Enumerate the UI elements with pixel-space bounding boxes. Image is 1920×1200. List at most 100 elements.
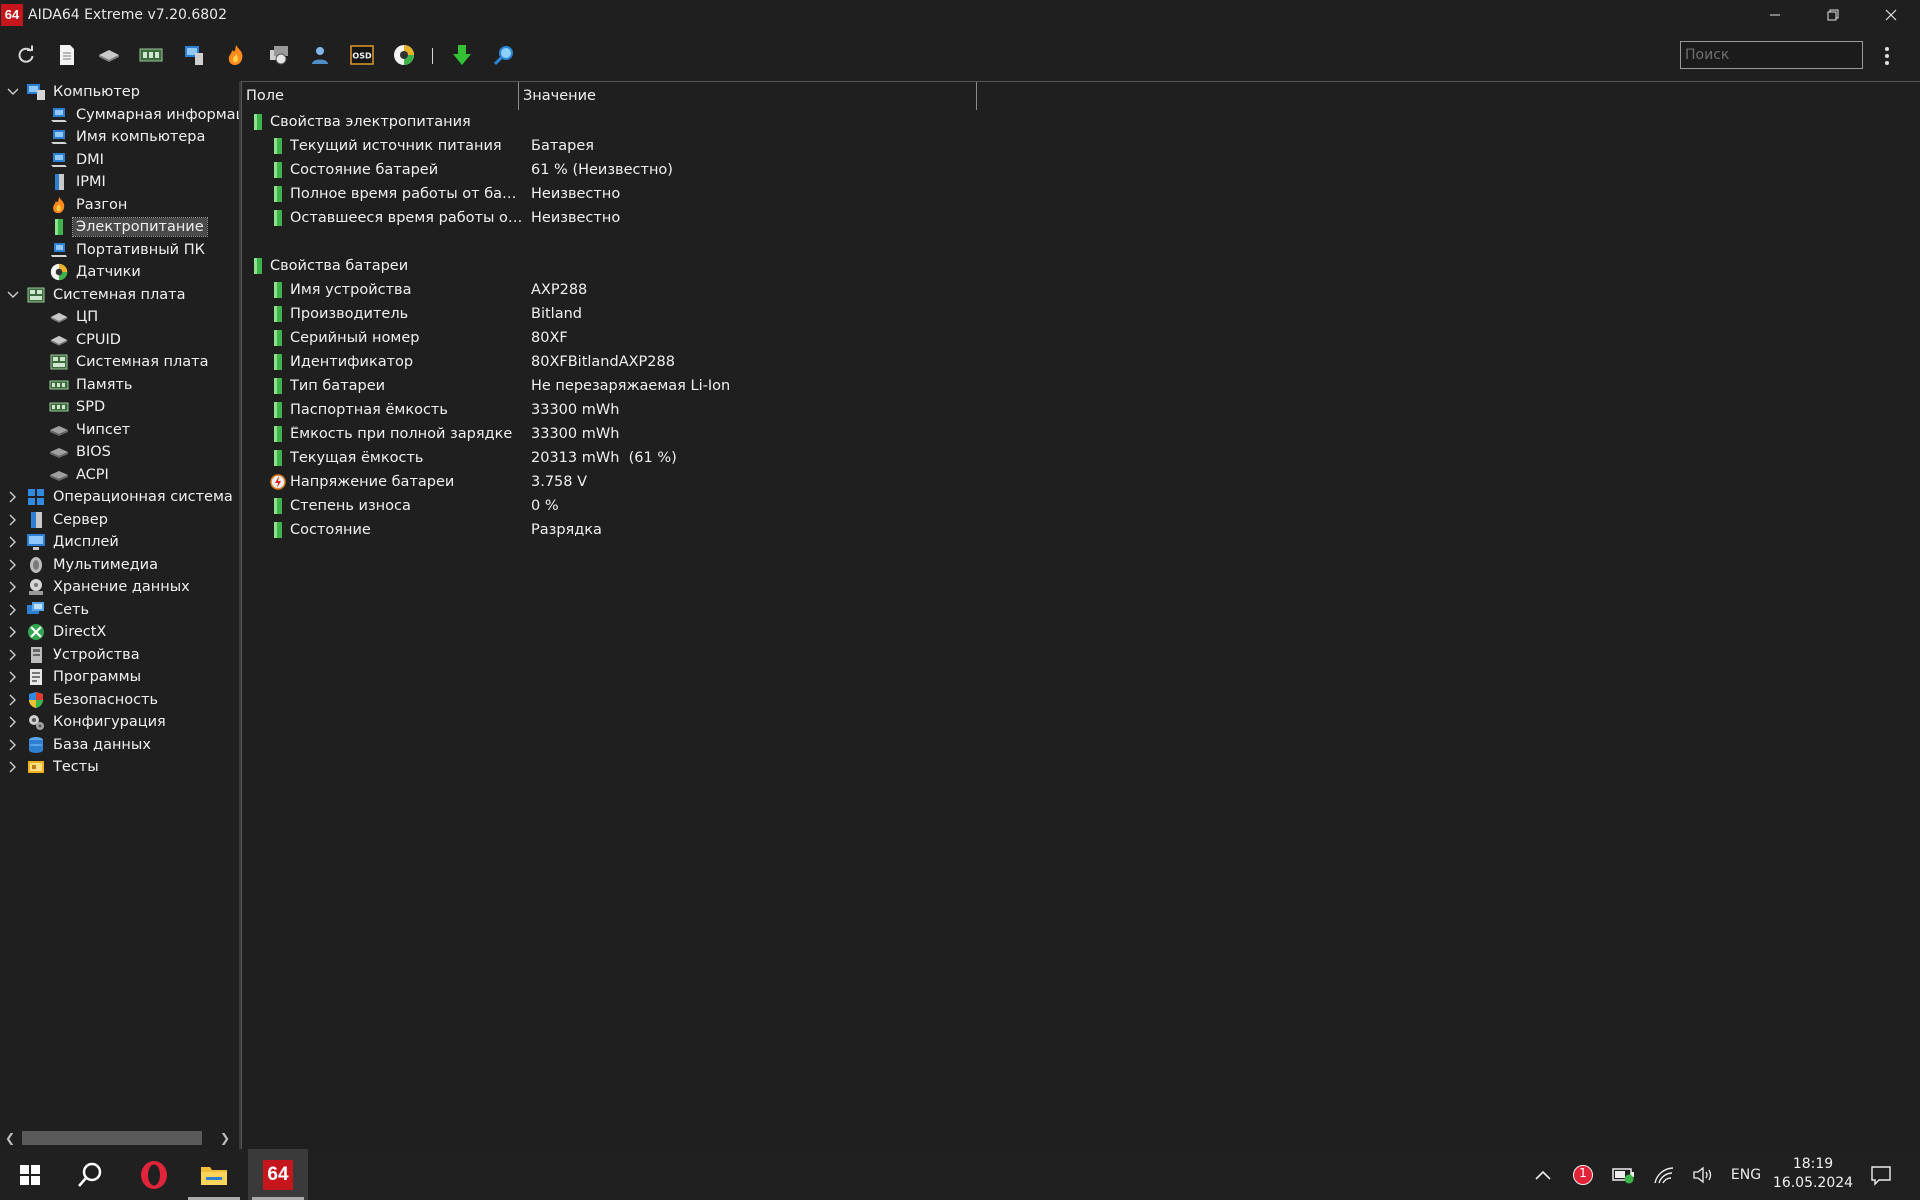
chevron-right-icon[interactable] (6, 509, 20, 531)
tray-wifi[interactable] (1649, 1149, 1679, 1200)
search-input[interactable] (1680, 41, 1863, 69)
more-menu-button[interactable] (1875, 43, 1899, 69)
chevron-right-icon[interactable] (6, 711, 20, 733)
computer-button[interactable] (181, 42, 207, 68)
scrollbar-thumb[interactable] (22, 1131, 202, 1145)
motherboard-button[interactable] (138, 42, 164, 68)
group-header-row[interactable]: Свойства батареи (250, 254, 950, 278)
tree-horizontal-scrollbar[interactable]: ❮ ❯ (0, 1128, 239, 1148)
restore-button[interactable] (1804, 0, 1862, 29)
chevron-right-icon[interactable] (6, 576, 20, 598)
tree-item[interactable]: Имя компьютера (29, 126, 208, 148)
tree-item[interactable]: Суммарная информац (29, 104, 239, 126)
table-row[interactable]: Текущая ёмкость 20313 mWh (61 %) (270, 446, 950, 470)
table-row[interactable]: Производитель Bitland (270, 302, 950, 326)
chevron-right-icon[interactable] (6, 644, 20, 666)
tree-item[interactable]: Устройства (6, 644, 143, 666)
chevron-right-icon[interactable] (6, 531, 20, 553)
tree-item[interactable]: Системная плата (6, 284, 189, 306)
user-button[interactable] (307, 42, 333, 68)
tree-item[interactable]: Конфигурация (6, 711, 169, 733)
close-button[interactable] (1862, 0, 1920, 29)
tree-item[interactable]: Операционная система (6, 486, 236, 508)
language-indicator[interactable]: ENG (1728, 1149, 1764, 1200)
chevron-right-icon[interactable] (6, 666, 20, 688)
sensor-button[interactable] (391, 42, 417, 68)
scroll-left-icon[interactable]: ❮ (3, 1130, 17, 1146)
taskbar-search-button[interactable] (60, 1149, 120, 1200)
search-tool-button[interactable] (491, 42, 517, 68)
chevron-down-icon[interactable] (6, 284, 20, 306)
tree-item[interactable]: Разгон (29, 194, 130, 216)
tree-item[interactable]: Датчики (29, 261, 144, 283)
group-header-row[interactable]: Свойства электропитания (250, 110, 950, 134)
tree-item[interactable]: Сервер (6, 509, 111, 531)
report-button[interactable] (54, 42, 80, 68)
column-header-field[interactable]: Поле (242, 82, 519, 110)
network-button[interactable] (266, 42, 292, 68)
tree-item[interactable]: Дисплей (6, 531, 122, 553)
taskbar-aida64[interactable]: 64 (248, 1149, 308, 1200)
table-row[interactable]: Напряжение батареи 3.758 V (270, 470, 950, 494)
tray-notification-badge[interactable]: 1 (1568, 1149, 1598, 1200)
table-row[interactable]: Тип батареи Не перезаряжаемая Li-Ion (270, 374, 950, 398)
table-row[interactable]: Серийный номер 80XF (270, 326, 950, 350)
taskbar-file-explorer[interactable] (184, 1149, 244, 1200)
tree-item[interactable]: ЦП (29, 306, 101, 328)
tree-item[interactable]: База данных (6, 734, 154, 756)
chevron-right-icon[interactable] (6, 486, 20, 508)
action-center-button[interactable] (1866, 1149, 1896, 1200)
tree-item[interactable]: Системная плата (29, 351, 212, 373)
refresh-button[interactable] (13, 42, 39, 68)
tree-item[interactable]: BIOS (29, 441, 114, 463)
tree-item[interactable]: Электропитание (29, 216, 208, 238)
table-row[interactable]: Ёмкость при полной зарядке 33300 mWh (270, 422, 950, 446)
tree-item[interactable]: ACPI (29, 464, 112, 486)
table-row[interactable]: Степень износа 0 % (270, 494, 950, 518)
tree-item[interactable]: Портативный ПК (29, 239, 208, 261)
cpu-button[interactable] (96, 42, 122, 68)
tray-volume[interactable] (1688, 1149, 1718, 1200)
chevron-right-icon[interactable] (6, 554, 20, 576)
tree-item[interactable]: Память (29, 374, 135, 396)
osd-button[interactable]: OSD (349, 42, 375, 68)
table-row[interactable]: Состояние Разрядка (270, 518, 950, 542)
chevron-right-icon[interactable] (6, 734, 20, 756)
chevron-down-icon[interactable] (6, 81, 20, 103)
table-row[interactable]: Паспортная ёмкость 33300 mWh (270, 398, 950, 422)
tree-item[interactable]: Программы (6, 666, 144, 688)
minimize-button[interactable] (1746, 0, 1804, 29)
tree-item[interactable]: DMI (29, 149, 107, 171)
show-hidden-icons-button[interactable] (1530, 1149, 1556, 1200)
table-row[interactable]: Идентификатор 80XFBitlandAXP288 (270, 350, 950, 374)
download-button[interactable] (449, 42, 475, 68)
tree-item[interactable]: CPUID (29, 329, 124, 351)
tree-item[interactable]: Хранение данных (6, 576, 193, 598)
tree-item[interactable]: Тесты (6, 756, 102, 778)
table-row[interactable]: Текущий источник питания Батарея (270, 134, 950, 158)
tree-item[interactable]: SPD (29, 396, 108, 418)
tree-item[interactable]: Чипсет (29, 419, 133, 441)
tree-item[interactable]: IPMI (29, 171, 109, 193)
start-button[interactable] (0, 1149, 60, 1200)
tree-item[interactable]: DirectX (6, 621, 109, 643)
table-row[interactable]: Состояние батарей 61 % (Неизвестно) (270, 158, 950, 182)
table-row[interactable]: Оставшееся время работы от ... Неизвестно (270, 206, 950, 230)
tray-battery[interactable] (1609, 1149, 1639, 1200)
chevron-right-icon[interactable] (6, 689, 20, 711)
taskbar-opera[interactable] (124, 1149, 184, 1200)
taskbar: 64 1 ENG 18:19 16.05.2024 (0, 1149, 1920, 1200)
tree-item[interactable]: Компьютер (6, 81, 143, 103)
scroll-right-icon[interactable]: ❯ (218, 1130, 232, 1146)
chevron-right-icon[interactable] (6, 599, 20, 621)
tree-item[interactable]: Безопасность (6, 689, 161, 711)
tree-item[interactable]: Мультимедиа (6, 554, 161, 576)
column-header-value[interactable]: Значение (519, 82, 977, 110)
chevron-right-icon[interactable] (6, 621, 20, 643)
table-row[interactable]: Имя устройства AXP288 (270, 278, 950, 302)
tree-item[interactable]: Сеть (6, 599, 92, 621)
table-row[interactable]: Полное время работы от бата... Неизвестно (270, 182, 950, 206)
clock[interactable]: 18:19 16.05.2024 (1768, 1155, 1858, 1193)
overclock-button[interactable] (223, 42, 249, 68)
chevron-right-icon[interactable] (6, 756, 20, 778)
